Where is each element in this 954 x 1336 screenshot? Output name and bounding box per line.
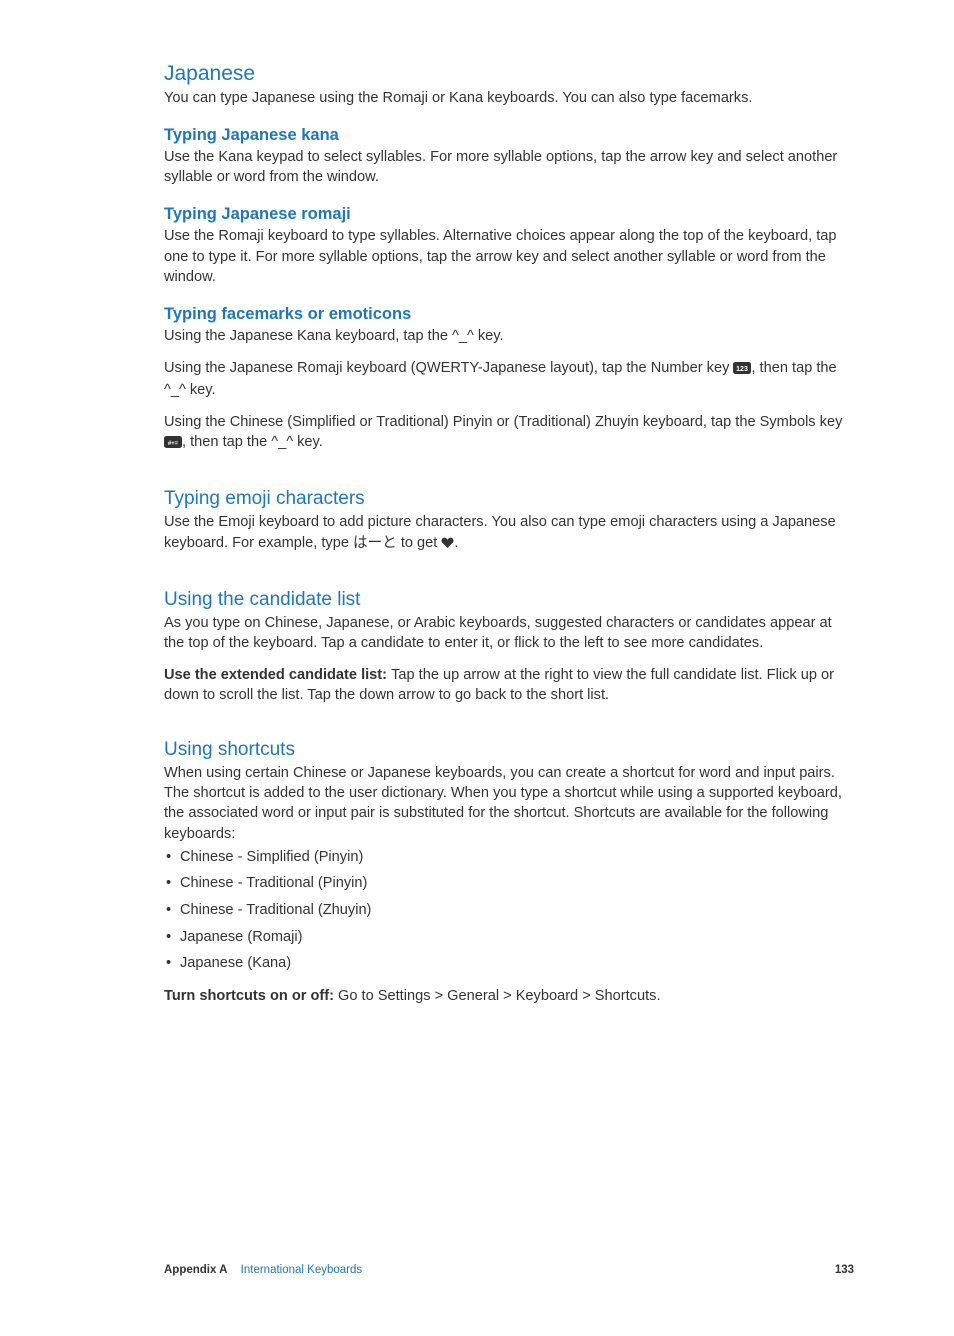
footer-appendix: Appendix A [164,1264,227,1276]
para-candidate-2: Use the extended candidate list: Tap the… [164,665,854,705]
page-content: Japanese You can type Japanese using the… [0,0,954,1006]
para-shortcuts-intro: When using certain Chinese or Japanese k… [164,763,854,844]
para-japanese-intro: You can type Japanese using the Romaji o… [164,88,854,108]
heading-shortcuts: Using shortcuts [164,739,854,761]
para-facemarks-3: Using the Chinese (Simplified or Traditi… [164,412,854,454]
text: . [454,535,458,551]
footer-chapter: International Keyboards [241,1264,362,1276]
symbols-key-icon: #+= [164,434,182,454]
para-kana: Use the Kana keypad to select syllables.… [164,147,854,187]
heading-romaji: Typing Japanese romaji [164,205,854,224]
list-item: Japanese (Kana) [164,954,854,974]
heading-facemarks: Typing facemarks or emoticons [164,305,854,324]
text: Using the Japanese Romaji keyboard (QWER… [164,360,733,376]
svg-text:123: 123 [737,366,749,373]
lead-text: Turn shortcuts on or off: [164,988,338,1004]
para-candidate-1: As you type on Chinese, Japanese, or Ara… [164,613,854,653]
heading-japanese: Japanese [164,62,854,86]
heading-candidate: Using the candidate list [164,589,854,611]
number-key-icon: 123 [733,360,751,380]
heading-emoji: Typing emoji characters [164,488,854,510]
list-item: Chinese - Traditional (Pinyin) [164,874,854,894]
text: Use the Emoji keyboard to add picture ch… [164,514,836,550]
svg-text:#+=: #+= [168,441,179,447]
shortcuts-list: Chinese - Simplified (Pinyin) Chinese - … [164,848,854,974]
footer-left: Appendix A International Keyboards [164,1264,362,1276]
para-facemarks-1: Using the Japanese Kana keyboard, tap th… [164,326,854,346]
text: Using the Chinese (Simplified or Traditi… [164,414,842,430]
page-footer: Appendix A International Keyboards 133 [164,1264,854,1276]
list-item: Chinese - Simplified (Pinyin) [164,848,854,868]
para-facemarks-2: Using the Japanese Romaji keyboard (QWER… [164,358,854,400]
text: Go to Settings > General > Keyboard > Sh… [338,988,660,1004]
para-shortcuts-toggle: Turn shortcuts on or off: Go to Settings… [164,986,854,1006]
para-romaji: Use the Romaji keyboard to type syllable… [164,226,854,286]
lead-text: Use the extended candidate list: [164,667,391,683]
list-item: Japanese (Romaji) [164,928,854,948]
para-emoji: Use the Emoji keyboard to add picture ch… [164,512,854,554]
heading-kana: Typing Japanese kana [164,126,854,145]
text: , then tap the ^_^ key. [182,434,323,450]
footer-page-number: 133 [835,1264,854,1276]
list-item: Chinese - Traditional (Zhuyin) [164,901,854,921]
heart-icon [441,535,454,555]
